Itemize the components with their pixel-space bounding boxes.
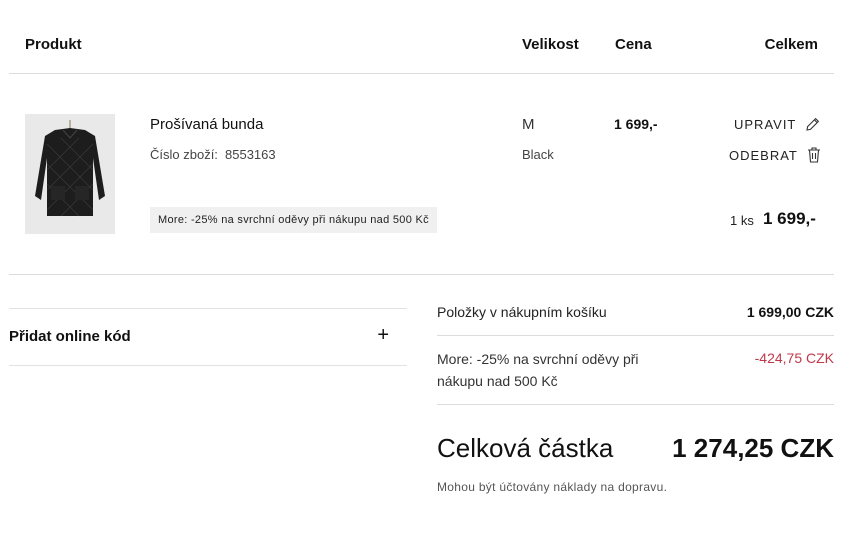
summary-discount-label: More: -25% na svrchní oděvy při nákupu n… bbox=[437, 351, 639, 389]
shipping-note: Mohou být účtovány náklady na dopravu. bbox=[437, 480, 668, 494]
column-header-total: Celkem bbox=[764, 36, 818, 53]
summary-items-value: 1 699,00 CZK bbox=[746, 304, 834, 320]
trash-icon bbox=[806, 146, 822, 164]
summary-items-label: Položky v nákupním košíku bbox=[437, 304, 607, 320]
add-online-code-label: Přidat online kód bbox=[9, 328, 131, 345]
product-image[interactable] bbox=[25, 114, 115, 234]
pencil-icon bbox=[804, 116, 821, 133]
sku-label: Číslo zboží: bbox=[150, 147, 218, 162]
total-label: Celková částka bbox=[437, 433, 614, 463]
product-name[interactable]: Prošívaná bunda bbox=[150, 116, 263, 133]
edit-button[interactable]: UPRAVIT bbox=[734, 116, 821, 133]
jacket-image bbox=[25, 114, 115, 234]
add-online-code-toggle[interactable]: Přidat online kód + bbox=[9, 308, 407, 366]
column-header-price: Cena bbox=[615, 36, 652, 53]
item-divider bbox=[9, 274, 834, 275]
edit-label: UPRAVIT bbox=[734, 117, 797, 132]
promo-badge: More: -25% na svrchní oděvy při nákupu n… bbox=[150, 207, 437, 233]
quantity: 1 ks bbox=[730, 213, 754, 228]
line-total: 1 699,- bbox=[763, 209, 816, 228]
total-value: 1 274,25 CZK bbox=[672, 433, 834, 463]
sku-value: 8553163 bbox=[225, 147, 276, 162]
remove-button[interactable]: ODEBRAT bbox=[729, 146, 822, 164]
plus-icon: + bbox=[377, 324, 389, 346]
product-price: 1 699,- bbox=[614, 116, 658, 132]
summary-divider-1 bbox=[437, 335, 834, 336]
column-header-product: Produkt bbox=[25, 36, 82, 53]
column-header-size: Velikost bbox=[522, 36, 579, 53]
summary-divider-2 bbox=[437, 404, 834, 405]
product-size: M bbox=[522, 116, 535, 133]
product-color: Black bbox=[522, 147, 554, 162]
summary-discount-value: -424,75 CZK bbox=[754, 350, 834, 366]
remove-label: ODEBRAT bbox=[729, 147, 798, 163]
header-divider bbox=[9, 73, 834, 74]
